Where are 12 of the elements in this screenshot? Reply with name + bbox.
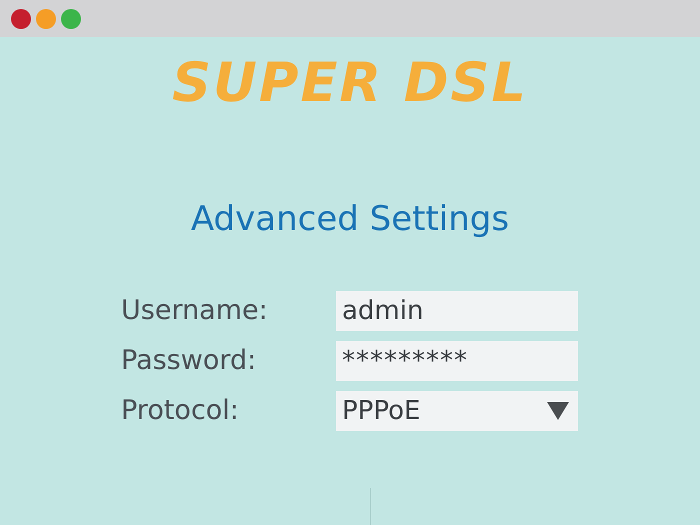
- close-button[interactable]: [11, 8, 31, 28]
- field-label: Protocol:: [121, 395, 240, 427]
- field-label: Username:: [121, 295, 269, 327]
- password-field[interactable]: *********: [336, 341, 578, 381]
- logo: SUPER DSL: [172, 51, 528, 115]
- field-label: Password:: [121, 345, 258, 377]
- maximize-button[interactable]: [61, 8, 81, 28]
- minimize-button[interactable]: [36, 8, 56, 28]
- username-field[interactable]: admin: [336, 291, 578, 331]
- page-heading: Advanced Settings: [190, 198, 510, 241]
- dropdown-arrow-icon: [547, 402, 569, 420]
- protocol-dropdown[interactable]: PPPoE: [336, 391, 578, 431]
